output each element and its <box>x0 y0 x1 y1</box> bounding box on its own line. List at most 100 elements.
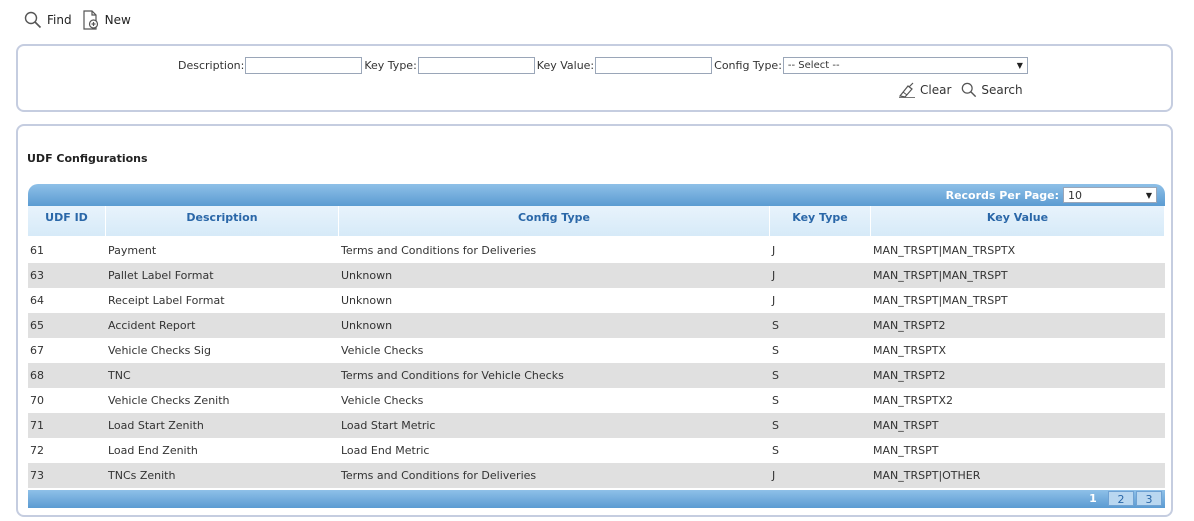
magnifier-icon <box>962 82 977 98</box>
cell-udf-id: 68 <box>30 369 44 382</box>
grid-bottom-bar: 1 2 3 <box>28 490 1165 508</box>
cell-description: TNCs Zenith <box>108 469 176 482</box>
column-header-config-type[interactable]: Config Type <box>339 206 770 236</box>
cell-key-type: S <box>772 394 779 407</box>
cell-config-type: Terms and Conditions for Vehicle Checks <box>341 369 564 382</box>
config-type-label: Config Type: <box>714 59 782 72</box>
page-link-3[interactable]: 3 <box>1136 491 1162 506</box>
pager: 1 2 3 <box>1080 491 1162 506</box>
cell-key-value: MAN_TRSPT <box>873 419 939 432</box>
grid-body: 61 Payment Terms and Conditions for Delive… <box>28 238 1165 488</box>
cell-description: Vehicle Checks Zenith <box>108 394 230 407</box>
grid-title: UDF Configurations <box>27 152 148 165</box>
cell-description: TNC <box>108 369 131 382</box>
cell-udf-id: 64 <box>30 294 44 307</box>
filter-panel: Description: Key Type: Key Value: Config… <box>16 44 1173 112</box>
table-row[interactable]: 63 Pallet Label Format Unknown J MAN_TRSPT|M… <box>28 263 1165 288</box>
cell-udf-id: 70 <box>30 394 44 407</box>
records-per-page-value: 10 <box>1068 188 1082 202</box>
eraser-icon <box>898 82 915 98</box>
cell-key-type: J <box>772 244 776 257</box>
column-header-udf-id[interactable]: UDF ID <box>28 206 106 236</box>
cell-key-value: MAN_TRSPTX2 <box>873 394 953 407</box>
cell-key-type: J <box>772 269 776 282</box>
cell-description: Accident Report <box>108 319 196 332</box>
cell-config-type: Vehicle Checks <box>341 344 424 357</box>
table-row[interactable]: 73 TNCs Zenith Terms and Conditions for De… <box>28 463 1165 488</box>
filter-row: Description: Key Type: Key Value: Config… <box>178 57 1028 74</box>
filter-actions: Clear Search <box>898 82 1023 98</box>
toolbar: Find New <box>24 10 131 30</box>
cell-udf-id: 63 <box>30 269 44 282</box>
cell-description: Vehicle Checks Sig <box>108 344 211 357</box>
cell-config-type: Unknown <box>341 269 393 282</box>
new-label: New <box>104 13 131 27</box>
description-input[interactable] <box>245 57 363 74</box>
find-button[interactable]: Find <box>24 11 72 29</box>
table-row[interactable]: 61 Payment Terms and Conditions for Delive… <box>28 238 1165 263</box>
search-button[interactable]: Search <box>961 82 1023 98</box>
cell-description: Load Start Zenith <box>108 419 204 432</box>
cell-key-value: MAN_TRSPT|OTHER <box>873 469 981 482</box>
cell-key-value: MAN_TRSPT2 <box>873 369 946 382</box>
config-type-select[interactable]: -- Select -- ▼ <box>782 57 1028 74</box>
cell-key-type: S <box>772 319 779 332</box>
cell-config-type: Load End Metric <box>341 444 430 457</box>
chevron-down-icon: ▼ <box>1145 190 1152 200</box>
page-link-2[interactable]: 2 <box>1108 491 1134 506</box>
cell-description: Load End Zenith <box>108 444 198 457</box>
find-label: Find <box>47 13 72 27</box>
cell-key-value: MAN_TRSPT|MAN_TRSPTX <box>873 244 1016 257</box>
cell-config-type: Terms and Conditions for Deliveries <box>341 244 537 257</box>
cell-key-value: MAN_TRSPT|MAN_TRSPT <box>873 294 1008 307</box>
cell-description: Pallet Label Format <box>108 269 214 282</box>
description-label: Description: <box>178 59 245 72</box>
column-header-key-value[interactable]: Key Value <box>871 206 1165 236</box>
grid-panel: UDF Configurations Records Per Page: 10 … <box>16 124 1173 517</box>
cell-description: Receipt Label Format <box>108 294 225 307</box>
grid-top-bar: Records Per Page: 10 ▼ <box>28 184 1165 206</box>
new-button[interactable]: New <box>82 10 131 30</box>
cell-config-type: Unknown <box>341 294 393 307</box>
cell-key-type: S <box>772 369 779 382</box>
table-row[interactable]: 71 Load Start Zenith Load Start Metric S MAN… <box>28 413 1165 438</box>
cell-udf-id: 65 <box>30 319 44 332</box>
cell-key-type: S <box>772 444 779 457</box>
new-document-icon <box>82 10 98 30</box>
cell-key-value: MAN_TRSPT2 <box>873 319 946 332</box>
search-label: Search <box>981 83 1023 97</box>
table-row[interactable]: 64 Receipt Label Format Unknown J MAN_TRSPT|… <box>28 288 1165 313</box>
key-value-label: Key Value: <box>536 59 595 72</box>
cell-udf-id: 71 <box>30 419 44 432</box>
key-value-input[interactable] <box>595 57 713 74</box>
cell-key-type: J <box>772 469 776 482</box>
cell-key-value: MAN_TRSPT|MAN_TRSPT <box>873 269 1008 282</box>
key-type-input[interactable] <box>417 57 535 74</box>
cell-key-value: MAN_TRSPTX <box>873 344 946 357</box>
grid-header: UDF ID Description Config Type Key Type … <box>28 206 1165 236</box>
cell-key-type: J <box>772 294 776 307</box>
clear-label: Clear <box>920 83 952 97</box>
cell-config-type: Load Start Metric <box>341 419 436 432</box>
table-row[interactable]: 70 Vehicle Checks Zenith Vehicle Checks S MA… <box>28 388 1165 413</box>
cell-key-type: S <box>772 419 779 432</box>
cell-key-type: S <box>772 344 779 357</box>
cell-config-type: Terms and Conditions for Deliveries <box>341 469 537 482</box>
records-per-page-select[interactable]: 10 ▼ <box>1063 187 1157 203</box>
table-row[interactable]: 72 Load End Zenith Load End Metric S MAN_TRS… <box>28 438 1165 463</box>
chevron-down-icon: ▼ <box>1016 61 1023 70</box>
table-row[interactable]: 65 Accident Report Unknown S MAN_TRSPT2 <box>28 313 1165 338</box>
cell-udf-id: 67 <box>30 344 44 357</box>
magnifier-icon <box>24 11 42 29</box>
page-link-1[interactable]: 1 <box>1080 491 1106 506</box>
cell-udf-id: 73 <box>30 469 44 482</box>
column-header-description[interactable]: Description <box>106 206 339 236</box>
clear-button[interactable]: Clear <box>898 82 951 98</box>
column-header-key-type[interactable]: Key Type <box>770 206 871 236</box>
cell-description: Payment <box>108 244 157 257</box>
cell-udf-id: 72 <box>30 444 44 457</box>
cell-config-type: Vehicle Checks <box>341 394 424 407</box>
key-type-label: Key Type: <box>364 59 417 72</box>
table-row[interactable]: 67 Vehicle Checks Sig Vehicle Checks S MAN_T… <box>28 338 1165 363</box>
table-row[interactable]: 68 TNC Terms and Conditions for Vehicle Ch… <box>28 363 1165 388</box>
